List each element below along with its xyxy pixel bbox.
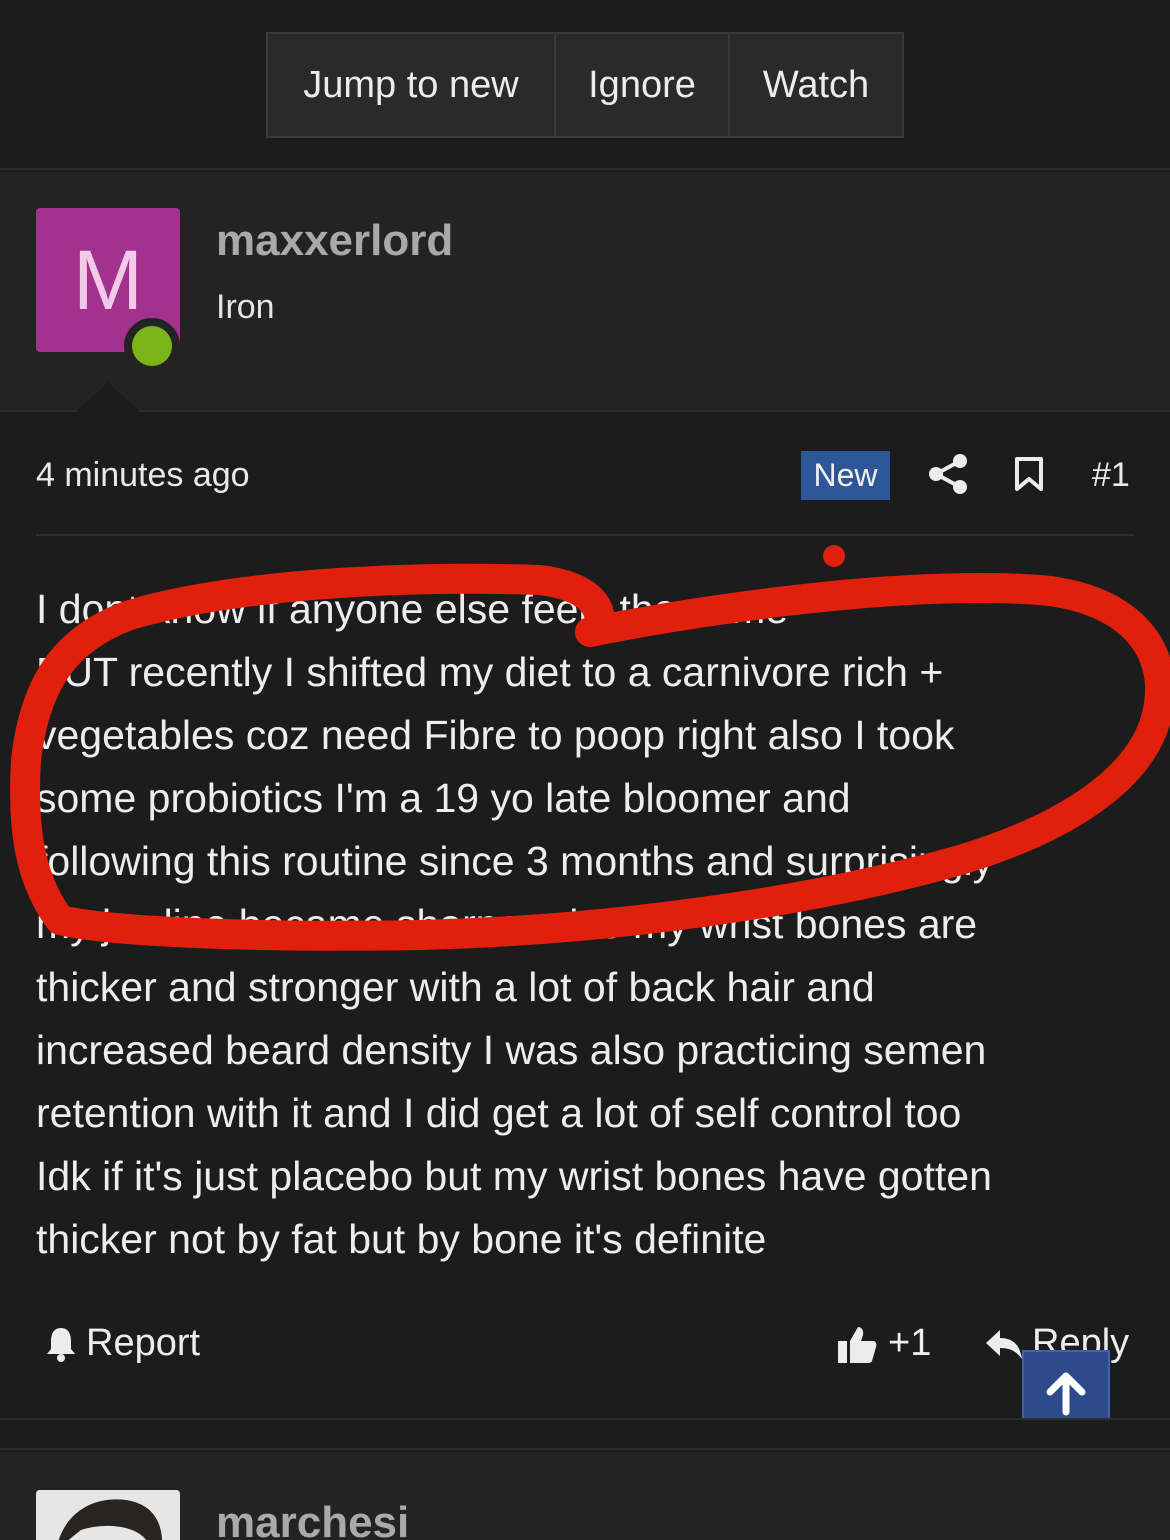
post-line: following this routine since 3 months an… — [36, 838, 994, 884]
author-pointer — [74, 382, 142, 414]
post-actions: Report +1 Reply — [0, 1310, 1170, 1380]
post-author-block: M maxxerlord Iron — [0, 172, 1170, 414]
post-line: vegetables coz need Fibre to poop right … — [36, 712, 955, 758]
post-timestamp[interactable]: 4 minutes ago — [36, 456, 250, 495]
thread-action-group: Jump to new Ignore Watch — [266, 32, 904, 138]
avatar-photo — [36, 1490, 180, 1540]
like-count: +1 — [888, 1322, 932, 1364]
like-button[interactable]: +1 — [836, 1322, 931, 1365]
user-title: Iron — [216, 288, 275, 326]
bookmark-icon[interactable] — [1014, 456, 1044, 492]
divider — [36, 534, 1134, 536]
post-line: I dont know if anyone else feels the sam… — [36, 586, 789, 632]
post-line: retention with it and I did get a lot of… — [36, 1090, 962, 1136]
post-number[interactable]: #1 — [1092, 456, 1130, 495]
jump-to-new-button[interactable]: Jump to new — [268, 34, 556, 136]
reply-icon — [986, 1329, 1022, 1359]
share-icon[interactable] — [928, 453, 968, 495]
bell-icon — [47, 1327, 75, 1362]
post-separator — [0, 1418, 1170, 1450]
post-line: increased beard density I was also pract… — [36, 1027, 987, 1073]
post-line: thicker and stronger with a lot of back … — [36, 964, 875, 1010]
username[interactable]: marchesi — [216, 1498, 409, 1540]
post-body: I dont know if anyone else feels the sam… — [36, 578, 1146, 1271]
username[interactable]: maxxerlord — [216, 216, 453, 266]
online-status-dot — [124, 318, 180, 374]
next-post-author-block: marchesi — [0, 1452, 1170, 1540]
post-line: my jawline became sharper also my wrist … — [36, 901, 978, 947]
post-line: Idk if it's just placebo but my wrist bo… — [36, 1153, 992, 1199]
post-line: thicker not by fat but by bone it's defi… — [36, 1216, 767, 1262]
new-badge: New — [801, 451, 890, 500]
watch-button[interactable]: Watch — [730, 34, 902, 136]
thread-toolbar: Jump to new Ignore Watch — [0, 0, 1170, 170]
report-label: Report — [86, 1322, 201, 1364]
avatar-letter: M — [73, 232, 143, 327]
post-line: BUT recently I shifted my diet to a carn… — [36, 649, 944, 695]
thumbs-up-icon — [838, 1326, 877, 1363]
avatar[interactable] — [36, 1490, 180, 1540]
arrow-up-icon — [1046, 1372, 1086, 1416]
post-line: some probiotics I'm a 19 yo late bloomer… — [36, 775, 851, 821]
report-button[interactable]: Report — [44, 1322, 200, 1365]
ignore-button[interactable]: Ignore — [556, 34, 730, 136]
post-meta: 4 minutes ago New #1 — [0, 414, 1170, 538]
